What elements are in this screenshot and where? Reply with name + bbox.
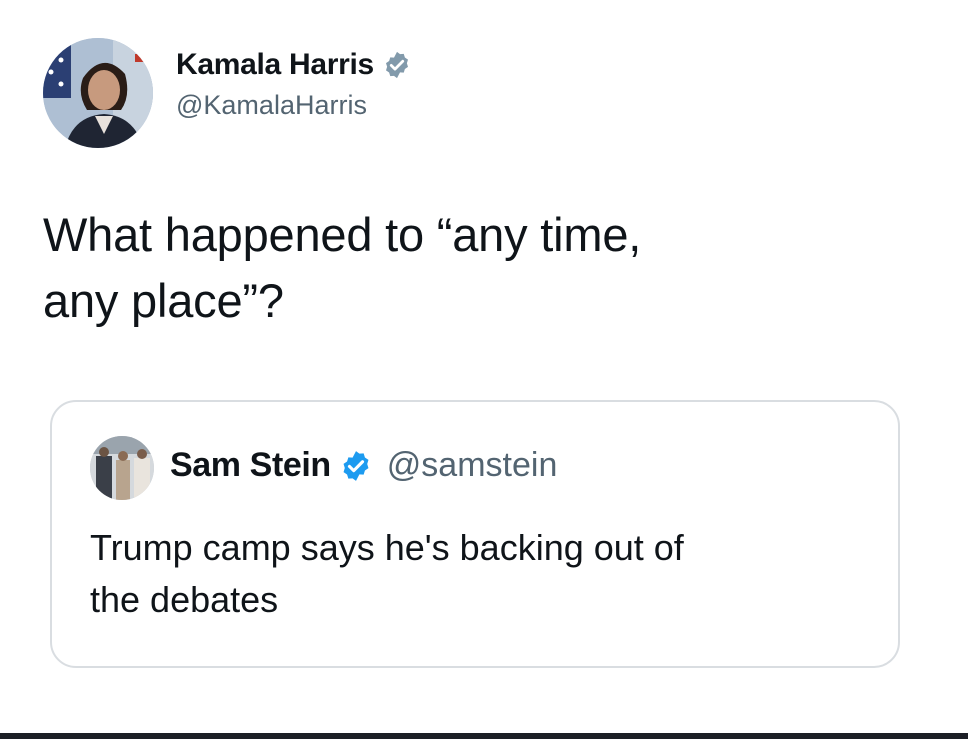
- tweet-text-line: any place”?: [43, 274, 284, 327]
- quoted-handle[interactable]: @samstein: [387, 446, 558, 485]
- quoted-header: Sam Stein @samstein: [170, 446, 557, 485]
- author-display-name[interactable]: Kamala Harris: [176, 48, 374, 82]
- tweet-text: What happened to “any time, any place”?: [43, 202, 923, 334]
- author-avatar[interactable]: [43, 38, 153, 148]
- quoted-author-avatar[interactable]: [90, 436, 154, 500]
- author-info: Kamala Harris @KamalaHarris: [176, 48, 412, 121]
- quoted-tweet-card[interactable]: Sam Stein @samstein Trump camp says he's…: [50, 400, 900, 668]
- quoted-text-line: the debates: [90, 579, 279, 620]
- verified-badge-icon: [382, 50, 412, 80]
- avatar-image: [43, 38, 153, 148]
- quoted-text-line: Trump camp says he's backing out of: [90, 527, 684, 568]
- verified-badge-icon: [339, 449, 373, 483]
- bottom-edge-bar: [0, 733, 968, 739]
- quoted-avatar-image: [90, 436, 154, 500]
- quoted-display-name[interactable]: Sam Stein: [170, 446, 331, 485]
- quoted-tweet-text: Trump camp says he's backing out of the …: [90, 522, 870, 626]
- tweet-text-line: What happened to “any time,: [43, 208, 642, 261]
- tweet-card: Kamala Harris @KamalaHarris What happene…: [0, 0, 968, 733]
- author-handle[interactable]: @KamalaHarris: [176, 90, 412, 121]
- author-name-row: Kamala Harris: [176, 48, 412, 82]
